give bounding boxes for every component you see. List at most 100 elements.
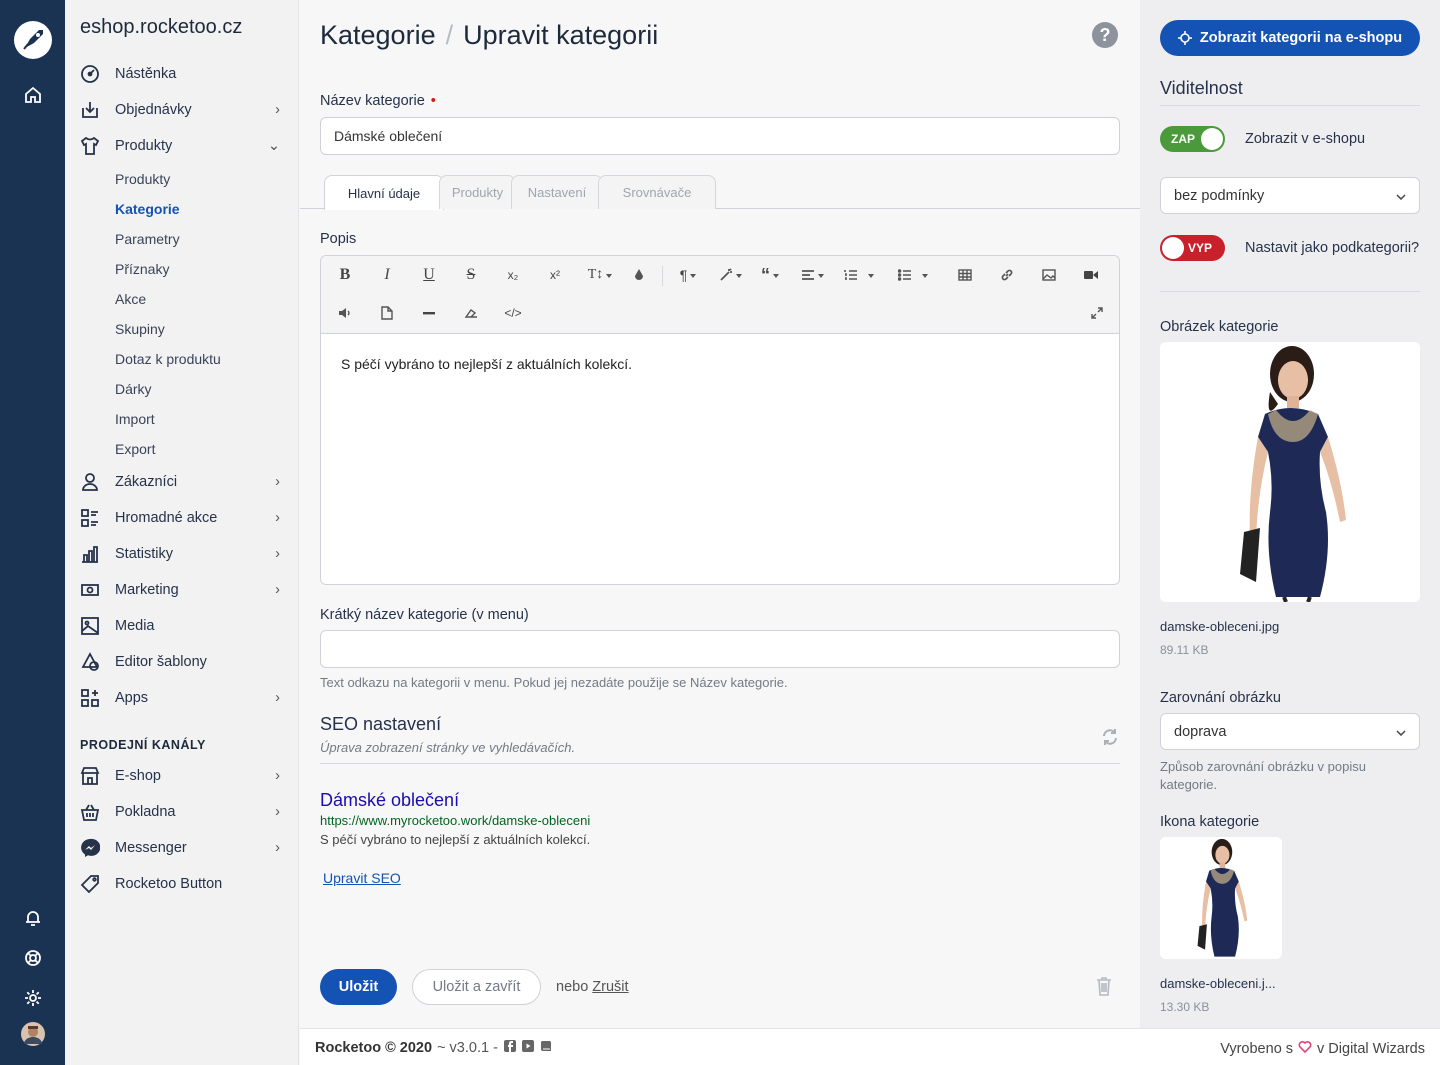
tab-comparators[interactable]: Srovnávače (598, 175, 716, 209)
subitem-promotions[interactable]: Akce (80, 284, 284, 314)
subitem-groups[interactable]: Skupiny (80, 314, 284, 344)
shirt-icon (80, 136, 100, 156)
chevron-down-icon: ⌄ (267, 138, 280, 154)
breadcrumb-current: Upravit kategorii (463, 20, 659, 50)
subitem-products[interactable]: Produkty (80, 164, 284, 194)
sidebar-item-dashboard[interactable]: Nástěnka (80, 56, 284, 92)
unordered-list-dropdown-icon[interactable] (915, 262, 931, 288)
category-image[interactable] (1160, 342, 1420, 602)
save-and-close-button[interactable]: Uložit a zavřít (412, 969, 541, 1005)
quote-icon[interactable]: “ (753, 262, 787, 288)
align-icon[interactable] (795, 262, 829, 288)
sidebar-item-orders[interactable]: Objednávky › (80, 92, 284, 128)
chevron-right-icon: › (275, 474, 280, 490)
trash-icon[interactable] (1096, 976, 1112, 999)
underline-icon[interactable]: U (415, 262, 443, 288)
footer-company: v Digital Wizards (1317, 1040, 1425, 1057)
category-name-input[interactable]: Dámské oblečení (320, 117, 1120, 155)
visibility-condition-select[interactable]: bez podmínky (1160, 177, 1420, 214)
video-icon[interactable] (1077, 262, 1105, 288)
image-alignment-select[interactable]: doprava (1160, 713, 1420, 750)
toggle-knob (1162, 237, 1184, 259)
table-icon[interactable] (951, 262, 979, 288)
fullscreen-icon[interactable] (1083, 300, 1111, 326)
tab-settings[interactable]: Nastavení (511, 175, 603, 209)
sidebar-item-label: Media (115, 618, 155, 634)
sidebar: eshop.rocketoo.cz Nástěnka Objednávky › … (65, 0, 299, 1065)
magic-wand-icon[interactable] (713, 262, 747, 288)
gear-icon[interactable] (0, 987, 65, 1009)
sidebar-item-marketing[interactable]: Marketing › (80, 572, 284, 608)
sidebar-item-pos[interactable]: Pokladna › (80, 794, 284, 830)
help-icon[interactable]: ? (1092, 22, 1118, 48)
tab-products[interactable]: Produkty (439, 175, 516, 209)
lifebuoy-icon[interactable] (0, 947, 65, 969)
avatar[interactable] (0, 1022, 65, 1046)
subitem-flags[interactable]: Příznaky (80, 254, 284, 284)
save-button[interactable]: Uložit (320, 969, 397, 1005)
strikethrough-icon[interactable]: S (457, 262, 485, 288)
breadcrumb-root[interactable]: Kategorie (320, 20, 436, 50)
subcategory-toggle[interactable]: VYP (1160, 235, 1225, 261)
horizontal-rule-icon[interactable] (415, 300, 443, 326)
rocketoo-logo-icon[interactable] (0, 18, 65, 62)
sidebar-item-apps[interactable]: Apps › (80, 680, 284, 716)
sidebar-item-messenger[interactable]: Messenger › (80, 830, 284, 866)
subitem-import[interactable]: Import (80, 404, 284, 434)
subcategory-label: Nastavit jako podkategorii? (1245, 240, 1420, 256)
user-icon (80, 472, 100, 492)
cancel-group: nebo Zrušit (556, 979, 629, 995)
subscript-icon[interactable]: x₂ (499, 262, 527, 288)
sidebar-item-products[interactable]: Produkty ⌄ (80, 128, 284, 164)
money-icon (80, 580, 100, 600)
panel-divider (1160, 291, 1420, 292)
eraser-icon[interactable] (457, 300, 485, 326)
subitem-product-inquiry[interactable]: Dotaz k produktu (80, 344, 284, 374)
color-drop-icon[interactable] (625, 262, 653, 288)
ordered-list-dropdown-icon[interactable] (861, 262, 877, 288)
tab-main-details[interactable]: Hlavní údaje (324, 175, 444, 210)
audio-icon[interactable] (331, 300, 359, 326)
sidebar-item-statistics[interactable]: Statistiky › (80, 536, 284, 572)
bold-icon[interactable]: B (331, 262, 359, 288)
code-view-icon[interactable]: </> (499, 300, 527, 326)
subitem-export[interactable]: Export (80, 434, 284, 464)
sidebar-item-template-editor[interactable]: Editor šablony (80, 644, 284, 680)
insert-image-icon[interactable] (1035, 262, 1063, 288)
sidebar-item-label: Editor šablony (115, 654, 207, 670)
cancel-link[interactable]: Zrušit (592, 979, 628, 995)
facebook-icon[interactable] (503, 1040, 516, 1056)
edit-seo-link[interactable]: Upravit SEO (323, 870, 401, 886)
sidebar-item-customers[interactable]: Zákazníci › (80, 464, 284, 500)
chevron-right-icon: › (275, 804, 280, 820)
heart-icon (1298, 1040, 1312, 1057)
sidebar-item-bulk-actions[interactable]: Hromadné akce › (80, 500, 284, 536)
link-icon[interactable] (993, 262, 1021, 288)
subitem-parameters[interactable]: Parametry (80, 224, 284, 254)
document-icon[interactable] (373, 300, 401, 326)
image-filesize: 89.11 KB (1160, 643, 1209, 657)
sidebar-item-eshop[interactable]: E-shop › (80, 758, 284, 794)
youtube-icon[interactable] (521, 1040, 534, 1056)
show-in-shop-toggle[interactable]: ZAP (1160, 126, 1225, 152)
home-icon[interactable] (0, 84, 65, 106)
sidebar-item-media[interactable]: Media (80, 608, 284, 644)
short-name-input[interactable] (320, 630, 1120, 668)
sidebar-item-label: Hromadné akce (115, 510, 218, 526)
chart-icon (80, 544, 100, 564)
category-icon-image[interactable] (1160, 837, 1282, 959)
editor-content[interactable]: S péčí vybráno to nejlepší z aktuálních … (341, 356, 632, 372)
messenger-icon (80, 838, 100, 858)
refresh-icon[interactable] (1101, 728, 1119, 749)
bell-icon[interactable] (0, 907, 65, 929)
show-in-shop-button[interactable]: Zobrazit kategorii na e-shopu (1160, 20, 1420, 56)
paragraph-icon[interactable]: ¶ (671, 262, 705, 288)
italic-icon[interactable]: I (373, 262, 401, 288)
superscript-icon[interactable]: x² (541, 262, 569, 288)
subitem-gifts[interactable]: Dárky (80, 374, 284, 404)
font-size-icon[interactable]: T↕ (583, 262, 617, 288)
book-icon[interactable] (540, 1040, 552, 1056)
sidebar-item-rocketoo-button[interactable]: Rocketoo Button (80, 866, 284, 902)
shop-domain[interactable]: eshop.rocketoo.cz (80, 16, 242, 39)
subitem-categories[interactable]: Kategorie (80, 194, 284, 224)
